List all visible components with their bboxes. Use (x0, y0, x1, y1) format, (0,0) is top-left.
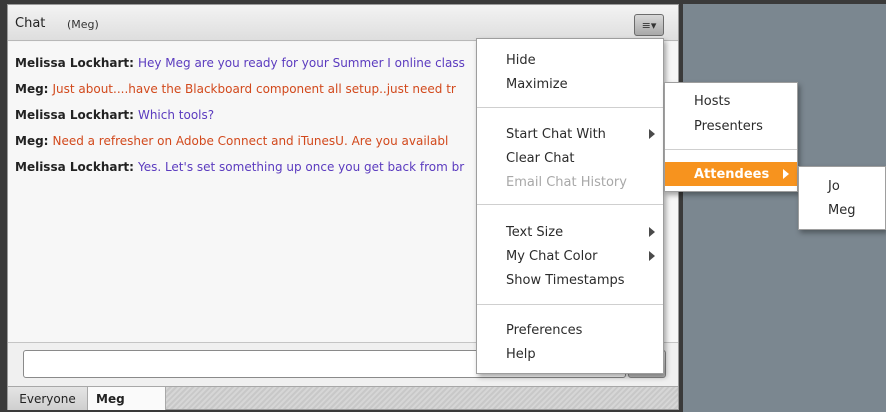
message-text: Just about....have the Blackboard compon… (52, 82, 456, 96)
menu-item-preferences[interactable]: Preferences (477, 318, 663, 342)
menu-item-text-size[interactable]: Text Size (477, 220, 663, 244)
menu-item-my-chat-color[interactable]: My Chat Color (477, 244, 663, 268)
submenu-item-presenters[interactable]: Presenters (665, 114, 797, 138)
message-text: Need a refresher on Adobe Connect and iT… (52, 134, 449, 148)
chat-pod-header: Chat (Meg) ≡▾ (8, 5, 678, 41)
menu-item-email-chat-history: Email Chat History (506, 174, 627, 190)
tab-meg[interactable]: Meg (88, 387, 166, 410)
menu-separator (477, 304, 663, 305)
attendee-item-jo[interactable]: Jo (799, 174, 885, 198)
menu-item-label: My Chat Color (506, 248, 598, 264)
message-text: Hey Meg are you ready for your Summer I … (137, 56, 465, 70)
menu-separator (477, 107, 663, 108)
submenu-arrow-icon (649, 227, 655, 237)
message-sender: Melissa Lockhart: (15, 108, 134, 122)
menu-item-clear-chat[interactable]: Clear Chat (477, 146, 663, 170)
message-text: Yes. Let's set something up once you get… (137, 160, 465, 174)
menu-item-label: Text Size (506, 224, 564, 240)
submenu-arrow-icon (649, 251, 655, 261)
submenu-item-hosts[interactable]: Hosts (665, 89, 797, 113)
menu-item-start-chat-with[interactable]: Start Chat With (477, 122, 663, 146)
menu-item-label: Attendees (694, 166, 770, 182)
chat-message: Meg: Just about....have the Blackboard co… (15, 82, 456, 96)
chat-message: Meg: Need a refresher on Adobe Connect an… (15, 134, 448, 148)
message-sender: Meg: (15, 134, 49, 148)
pod-options-button[interactable]: ≡▾ (634, 14, 664, 36)
chat-message: Melissa Lockhart: Hey Meg are you ready f… (15, 56, 465, 70)
menu-separator (477, 204, 663, 205)
menu-options-icon: ≡▾ (641, 18, 657, 32)
submenu-item-attendees[interactable]: Attendees (665, 162, 797, 186)
submenu-arrow-icon (649, 129, 655, 139)
menu-item-hide[interactable]: Hide (477, 48, 663, 72)
chat-message: Melissa Lockhart: Yes. Let's set somethin… (15, 160, 464, 174)
menu-item-help[interactable]: Help (477, 342, 663, 366)
menu-item-show-timestamps[interactable]: Show Timestamps (477, 268, 663, 292)
menu-item-maximize[interactable]: Maximize (477, 72, 663, 96)
pod-title: Chat (15, 16, 46, 31)
pod-subtitle: (Meg) (67, 18, 99, 31)
attendee-item-meg[interactable]: Meg (799, 198, 885, 222)
message-sender: Melissa Lockhart: (15, 56, 134, 70)
pod-options-menu: Hide Maximize Start Chat With Clear Chat… (476, 38, 664, 374)
message-sender: Meg: (15, 82, 49, 96)
tab-everyone[interactable]: Everyone (8, 387, 88, 410)
start-chat-with-submenu: Hosts Presenters Attendees (664, 82, 798, 192)
message-text: Which tools? (137, 108, 215, 122)
submenu-arrow-icon (783, 169, 789, 179)
chat-message: Melissa Lockhart: Which tools? (15, 108, 214, 122)
attendees-submenu: Jo Meg (798, 166, 886, 230)
menu-item-label: Start Chat With (506, 126, 606, 142)
message-sender: Melissa Lockhart: (15, 160, 134, 174)
menu-separator (665, 149, 797, 150)
chat-tabs: Everyone Meg (8, 386, 678, 410)
